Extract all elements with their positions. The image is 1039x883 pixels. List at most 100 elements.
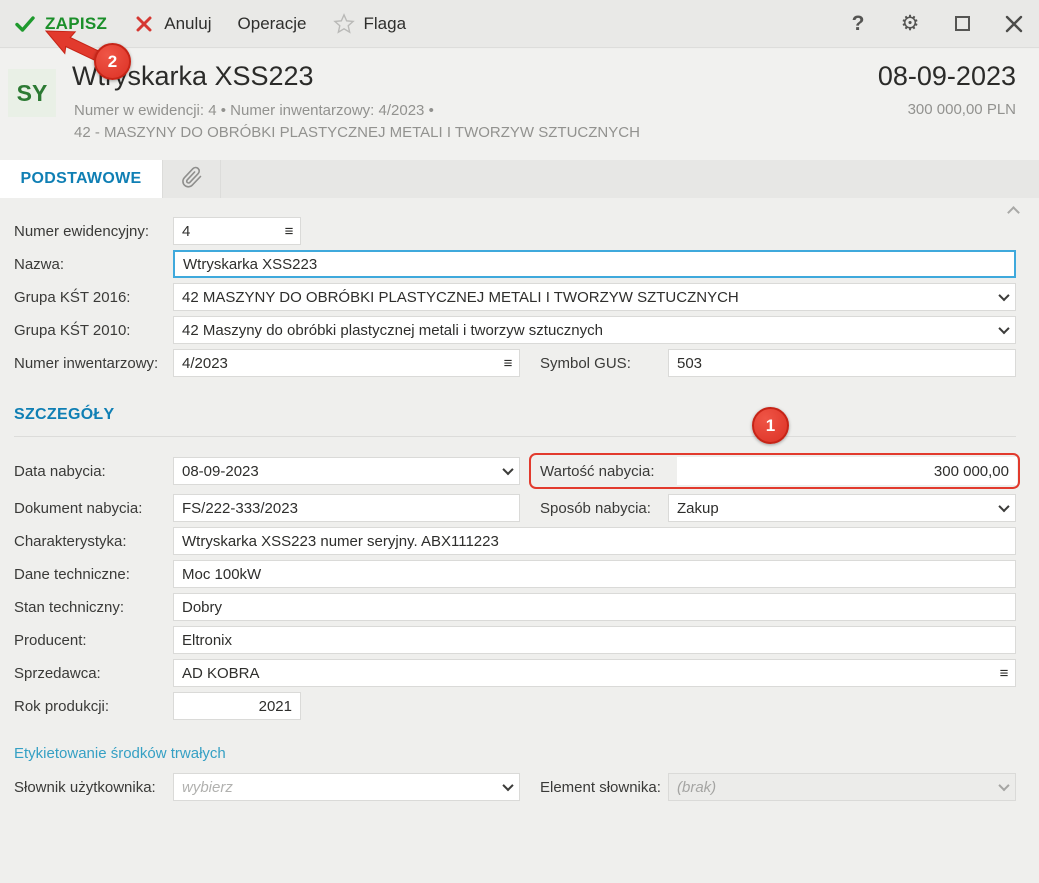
grupa-kst-2016-select[interactable]: 42 MASZYNY DO OBRÓBKI PLASTYCZNEJ METALI… [173,283,1016,311]
row-nazwa: Nazwa: [0,250,1039,278]
numer-inwentarzowy-label: Numer inwentarzowy: [14,354,159,372]
tab-attachments[interactable] [163,160,221,198]
lookup-menu-icon[interactable]: ≡ [497,355,519,372]
slownik-uzytkownika-label: Słownik użytkownika: [14,778,156,796]
row-charakterystyka: Charakterystyka: [0,527,1039,555]
flag-button-label: Flaga [363,13,407,33]
charakterystyka-input[interactable] [173,527,1016,555]
record-type-badge: SY [8,69,56,117]
record-meta-line2: 42 - MASZYNY DO OBRÓBKI PLASTYCZNEJ META… [74,124,640,141]
row-stan-techniczny: Stan techniczny: [0,593,1039,621]
row-grupa-kst-2016: Grupa KŚT 2016: 42 MASZYNY DO OBRÓBKI PL… [0,283,1039,311]
lookup-menu-icon[interactable]: ≡ [278,223,300,240]
annotation-highlight-wartosc-nabycia: Wartość nabycia: [529,453,1020,489]
flag-button[interactable]: Flaga [332,13,407,35]
gear-icon[interactable]: ⚙ [899,12,921,35]
grupa-kst-2010-value: 42 Maszyny do obróbki plastycznej metali… [182,321,603,339]
data-nabycia-label: Data nabycia: [14,462,106,480]
record-date: 08-09-2023 [877,61,1016,91]
help-icon[interactable]: ? [847,12,869,35]
sprzedawca-value[interactable] [174,660,993,686]
chevron-down-icon [993,779,1015,792]
charakterystyka-value[interactable] [174,528,1015,554]
x-icon [133,13,155,35]
rok-produkcji-value[interactable] [174,693,300,719]
cancel-button-label: Anuluj [164,13,212,33]
sprzedawca-input[interactable]: ≡ [173,659,1016,687]
numer-inwentarzowy-value[interactable] [174,350,497,376]
save-button[interactable]: ZAPISZ [14,13,107,35]
wartosc-nabycia-value[interactable] [677,457,1017,485]
element-slownika-select[interactable]: (brak) [668,773,1016,801]
charakterystyka-label: Charakterystyka: [14,532,127,550]
wartosc-nabycia-label: Wartość nabycia: [540,462,655,480]
dane-techniczne-label: Dane techniczne: [14,565,130,583]
data-nabycia-value: 08-09-2023 [182,462,259,480]
section-szczegoly: SZCZEGÓŁY [14,406,1016,437]
sposob-nabycia-select[interactable]: Zakup [668,494,1016,522]
chevron-down-icon [993,289,1015,302]
row-rok-produkcji: Rok produkcji: [0,692,1039,720]
row-producent: Producent: [0,626,1039,654]
dokument-nabycia-label: Dokument nabycia: [14,499,143,517]
producent-value[interactable] [174,627,1015,653]
numer-ewidencyjny-value[interactable] [174,218,278,244]
data-nabycia-select[interactable]: 08-09-2023 [173,457,520,485]
chevron-up-icon [1007,206,1020,219]
record-meta-line1: Numer w ewidencji: 4 • Numer inwentarzow… [74,102,434,119]
operations-button-label: Operacje [237,13,307,33]
dane-techniczne-value[interactable] [174,561,1015,587]
grupa-kst-2016-value: 42 MASZYNY DO OBRÓBKI PLASTYCZNEJ METALI… [182,288,739,306]
symbol-gus-value[interactable] [669,350,1015,376]
record-header: SY Wtryskarka XSS223 Numer w ewidencji: … [0,49,1039,160]
dokument-nabycia-value[interactable] [174,495,519,521]
stan-techniczny-label: Stan techniczny: [14,598,125,616]
row-grupa-kst-2010: Grupa KŚT 2010: 42 Maszyny do obróbki pl… [0,316,1039,344]
nazwa-input[interactable] [173,250,1016,278]
sposob-nabycia-value: Zakup [677,499,719,517]
tabstrip: PODSTAWOWE [0,160,1039,198]
producent-input[interactable] [173,626,1016,654]
annotation-step-1: 1 [752,407,789,444]
element-slownika-label: Element słownika: [540,778,661,796]
symbol-gus-label: Symbol GUS: [540,354,631,372]
slownik-uzytkownika-select[interactable]: wybierz [173,773,520,801]
cancel-button[interactable]: Anuluj [133,13,212,35]
annotation-step-2: 2 [94,43,131,80]
close-icon[interactable] [1003,13,1025,35]
slownik-uzytkownika-placeholder: wybierz [182,778,233,796]
stan-techniczny-value[interactable] [174,594,1015,620]
form-content: Numer ewidencyjny: ≡ Nazwa: Grupa KŚT 20… [0,198,1039,883]
maximize-icon[interactable] [951,13,973,35]
record-amount: 300 000,00 PLN [907,101,1016,118]
rok-produkcji-label: Rok produkcji: [14,697,110,715]
nazwa-value[interactable] [175,252,1014,276]
stan-techniczny-input[interactable] [173,593,1016,621]
row-sprzedawca: Sprzedawca: ≡ [0,659,1039,687]
numer-inwentarzowy-input[interactable]: ≡ [173,349,520,377]
dokument-nabycia-input[interactable] [173,494,520,522]
tab-podstawowe[interactable]: PODSTAWOWE [0,160,163,198]
dane-techniczne-input[interactable] [173,560,1016,588]
rok-produkcji-input[interactable] [173,692,301,720]
sposob-nabycia-label: Sposób nabycia: [540,499,651,517]
star-icon [332,13,355,35]
scroll-up-button[interactable] [1007,204,1027,219]
producent-label: Producent: [14,631,87,649]
grupa-kst-2016-label: Grupa KŚT 2016: [14,288,131,306]
etykietowanie-link[interactable]: Etykietowanie środków trwałych [14,745,226,762]
operations-button[interactable]: Operacje [238,14,307,34]
wartosc-nabycia-input[interactable] [677,457,1017,485]
element-slownika-value: (brak) [677,778,717,796]
asset-form-window: ZAPISZ Anuluj Operacje Flaga ? ⚙ SY Wtry… [0,0,1039,883]
row-data-nabycia: Data nabycia: 08-09-2023 Wartość nabycia… [0,453,1039,489]
nazwa-label: Nazwa: [14,255,65,273]
lookup-menu-icon[interactable]: ≡ [993,665,1015,682]
grupa-kst-2010-select[interactable]: 42 Maszyny do obróbki plastycznej metali… [173,316,1016,344]
check-icon [14,13,36,35]
numer-ewidencyjny-input[interactable]: ≡ [173,217,301,245]
paperclip-icon [180,164,204,195]
symbol-gus-input[interactable] [668,349,1016,377]
row-numer-inwentarzowy: Numer inwentarzowy: ≡ Symbol GUS: [0,349,1039,377]
sprzedawca-label: Sprzedawca: [14,664,101,682]
